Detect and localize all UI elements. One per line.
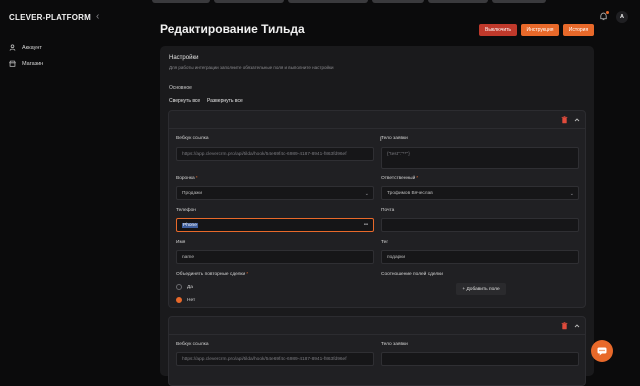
brand-logo: CLEVER-PLATFORM [9,13,91,22]
body-field[interactable]: {"test":"**"} [381,147,579,169]
main-content: Редактирование Тильда Выключить Инструкц… [150,0,640,386]
settings-title: Настройки [169,55,199,61]
sidebar-item-account[interactable]: Аккаунт [9,44,42,51]
phone-field[interactable]: Phone ▪▪ [176,218,374,232]
trash-icon[interactable] [561,322,568,330]
radio-circle-selected [176,297,182,303]
history-button[interactable]: История [563,24,594,36]
notification-dot [606,11,609,14]
webhook-label: Вебхук ссылка [176,136,209,141]
sidebar-item-store[interactable]: Магазин [9,60,43,67]
disable-button[interactable]: Выключить [479,24,517,36]
block-header [169,317,585,335]
funnel-label: Воронка* [176,176,198,181]
name-label: Имя [176,240,186,245]
integration-block: Вебхук ссылка https://app.clevercrm.pro/… [168,316,586,386]
merge-label: Объединять повторные сделки* [176,272,249,277]
radio-circle [176,284,182,290]
collapse-all-button[interactable]: Свернуть все [169,98,200,104]
page-title: Редактирование Тильда [160,22,305,36]
sidebar: CLEVER-PLATFORM ‹ Аккаунт Магазин [0,0,150,360]
chevron-left-icon[interactable]: ‹ [96,11,99,22]
name-field[interactable]: name [176,250,374,264]
settings-card: Настройки Для работы интеграции заполнит… [160,46,594,386]
merge-yes-radio[interactable]: Да [176,284,193,290]
responsible-label: Ответственный* [381,176,419,181]
body-label: Тело заявки [381,342,408,347]
chevron-down-icon: ⌄ [569,191,574,197]
tag-field[interactable]: подарки [381,250,579,264]
webhook-field[interactable]: https://app.clevercrm.pro/api/tilda/hook… [176,147,374,161]
fields-map-label: Соотношение полей сделки [381,272,443,277]
funnel-select[interactable]: Продажи ⌄ [176,186,374,200]
user-icon [9,44,16,51]
avatar[interactable]: A [616,11,628,23]
expand-all-button[interactable]: Развернуть все [207,98,243,104]
block-header [169,111,585,129]
phone-label: Телефон [176,208,196,213]
sidebar-item-label: Аккаунт [22,44,42,51]
webhook-label: Вебхук ссылка [176,342,209,347]
store-icon [9,60,16,67]
mail-field[interactable] [381,218,579,232]
trash-icon[interactable] [561,116,568,124]
tag-label: Тег [381,240,389,245]
add-field-button[interactable]: + Добавить поле [456,283,506,295]
webhook-field[interactable]: https://app.clevercrm.pro/api/tilda/hook… [176,352,374,366]
body-field[interactable] [381,352,579,366]
chat-icon [597,347,607,355]
section-label: Основное [169,85,192,91]
sidebar-item-label: Магазин [22,60,44,67]
responsible-select[interactable]: Трофимов Вячеслав ⌄ [381,186,579,200]
more-icon: ▪▪ [363,222,368,228]
body-label: Тело заявки [381,136,408,141]
settings-subtitle: Для работы интеграции заполните обязател… [169,65,334,70]
mouse-cursor: I [380,137,382,143]
merge-no-radio[interactable]: Нет [176,297,195,303]
chevron-down-icon: ⌄ [364,191,369,197]
chevron-up-icon[interactable] [574,323,580,329]
mail-label: Почта [381,208,395,213]
integration-block: Вебхук ссылка https://app.clevercrm.pro/… [168,110,586,308]
instruction-button[interactable]: Инструкция [521,24,559,36]
chat-button[interactable] [591,340,613,362]
chevron-up-icon[interactable] [574,117,580,123]
